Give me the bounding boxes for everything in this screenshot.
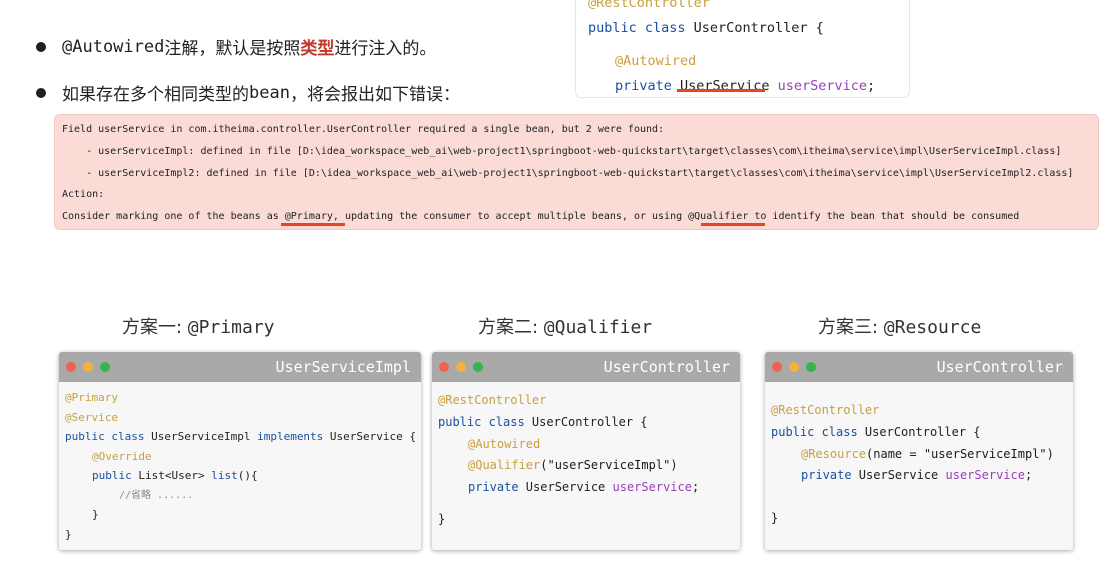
error-line-5: Consider marking one of the beans as @Pr… [62, 211, 1020, 222]
bean-text: bean [249, 82, 290, 103]
code-field-name: userService [777, 78, 867, 94]
code-semicolon: ; [867, 78, 876, 94]
code-line: @Qualifier("userServiceImpl") [468, 458, 678, 473]
bullet-multiple-beans: 如果存在多个相同类型的 bean ，将会报出如下错误： [36, 80, 460, 105]
error-line-3: - userServiceImpl2: defined in file [D:\… [62, 168, 1074, 179]
code-line: @Service [65, 410, 118, 424]
code-line-autowired: @Autowired [615, 53, 697, 69]
code-line: public List<User> list(){ [92, 469, 258, 482]
plan-two-title: 方案二: @Qualifier [478, 313, 652, 339]
bullet2-prefix-text: 如果存在多个相同类型的 [62, 85, 249, 105]
window-title: UserController [603, 358, 730, 376]
code-keyword: private [615, 78, 672, 94]
code-window-primary: UserServiceImpl @Primary @Service public c… [59, 352, 421, 550]
code-line: @Primary [65, 391, 118, 404]
code-window-qualifier: UserController @RestController public cla… [432, 352, 740, 550]
close-dot-icon[interactable] [772, 362, 782, 372]
code-line: public class UserController { [438, 414, 648, 429]
code-line: } [92, 508, 99, 521]
code-line-field: private UserService userService; [588, 74, 897, 99]
code-line: private UserService userService; [801, 468, 1033, 483]
bullet1-suffix-text: 进行注入的。 [334, 39, 437, 59]
minimize-dot-icon[interactable] [456, 362, 466, 372]
window-code: @RestController public class UserControll… [765, 382, 1073, 536]
maximize-dot-icon[interactable] [100, 362, 110, 372]
window-code: @RestController public class UserControll… [432, 382, 740, 537]
bullet-dot [36, 87, 46, 98]
window-titlebar: UserController [765, 352, 1073, 382]
type-highlight: 类型 [300, 39, 335, 59]
code-line: private UserService userService; [468, 480, 700, 495]
error-line-1: Field userService in com.itheima.control… [62, 124, 665, 135]
plan-label: 方案二: [478, 317, 544, 338]
plan-annotation: @Primary [187, 317, 275, 338]
close-dot-icon[interactable] [66, 362, 76, 372]
bullet-dot [36, 41, 46, 52]
window-code: @Primary @Service public class UserService… [59, 382, 421, 550]
bullet1-mid-text: 注解，默认是按照 [164, 39, 301, 59]
code-line: public class UserController { [771, 424, 981, 439]
plan-annotation: @Qualifier [543, 317, 653, 338]
qualifier-underline [701, 223, 765, 226]
code-line: @RestController [438, 393, 547, 407]
window-title: UserController [936, 358, 1063, 376]
minimize-dot-icon[interactable] [83, 362, 93, 372]
error-line-action: Action: [62, 189, 105, 200]
window-titlebar: UserController [432, 352, 740, 382]
error-message-box: Field userService in com.itheima.control… [54, 114, 1099, 230]
maximize-dot-icon[interactable] [473, 362, 483, 372]
plan-three-title: 方案三: @Resource [818, 313, 981, 339]
code-line: @RestController [771, 403, 880, 417]
code-class-name: UserController { [685, 20, 824, 36]
code-line: @Override [92, 449, 152, 463]
plan-annotation: @Resource [883, 317, 982, 338]
minimize-dot-icon[interactable] [789, 362, 799, 372]
userservice-underline [677, 89, 765, 92]
code-comment: //省略 ...... [119, 489, 194, 501]
window-titlebar: UserServiceImpl [59, 352, 421, 382]
autowired-text: @Autowired [62, 36, 165, 57]
code-line: } [438, 511, 446, 526]
plan-label: 方案一: [122, 317, 188, 338]
code-keyword: public class [588, 20, 686, 36]
bullet2-suffix-text: ，将会报出如下错误： [289, 85, 460, 105]
code-line-class: public class UserController { [588, 16, 897, 41]
code-line: } [65, 527, 72, 541]
primary-underline [281, 223, 345, 226]
code-window-resource: UserController @RestController public cla… [765, 352, 1073, 550]
bullet-autowired: @Autowired 注解，默认是按照 类型 进行注入的。 [36, 34, 436, 59]
maximize-dot-icon[interactable] [806, 362, 816, 372]
top-code-snippet: @RestController public class UserControl… [575, 0, 910, 98]
window-title: UserServiceImpl [275, 358, 411, 376]
code-line: @Autowired [468, 436, 541, 451]
code-line-restcontroller: @RestController [588, 0, 710, 11]
plan-label: 方案三: [818, 317, 884, 338]
code-line: } [771, 511, 779, 526]
close-dot-icon[interactable] [439, 362, 449, 372]
plan-one-title: 方案一: @Primary [122, 313, 275, 339]
error-line-2: - userServiceImpl: defined in file [D:\i… [62, 146, 1062, 157]
code-line: public class UserServiceImpl implements … [65, 430, 417, 443]
code-line: @Resource(name = "userServiceImpl") [801, 446, 1054, 461]
